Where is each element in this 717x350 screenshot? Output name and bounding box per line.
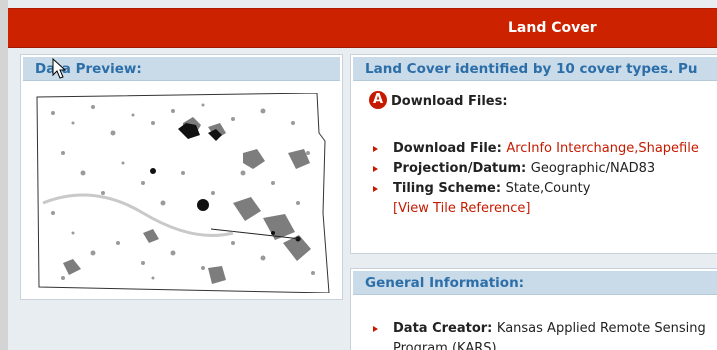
- bullet-arrow-icon: [373, 186, 378, 192]
- bullet-arrow-icon: [373, 146, 378, 152]
- download-details-list: Download File: ArcInfo Interchange,Shape…: [373, 139, 699, 219]
- title-bar: Land Cover: [8, 8, 717, 48]
- data-creator-label: Data Creator:: [393, 321, 497, 336]
- list-item: Download File: ArcInfo Interchange,Shape…: [373, 139, 699, 159]
- bullet-arrow-icon: [373, 166, 378, 172]
- bullet-arrow-icon: [373, 326, 378, 332]
- tiling-label: Tiling Scheme:: [393, 181, 506, 196]
- tiling-value: State,County: [505, 181, 591, 196]
- page-content: Land Cover Data Preview: Land Cover iden…: [8, 0, 717, 350]
- view-tile-reference-link[interactable]: [View Tile Reference]: [393, 201, 530, 216]
- general-details-list: Data Creator: Kansas Applied Remote Sens…: [373, 319, 717, 350]
- download-file-label: Download File:: [393, 141, 507, 156]
- download-files-header: Land Cover identified by 10 cover types.…: [353, 57, 717, 81]
- download-file-link[interactable]: ArcInfo Interchange,Shapefile: [506, 141, 699, 156]
- download-files-panel: Land Cover identified by 10 cover types.…: [350, 54, 717, 254]
- projection-value: Geographic/NAD83: [530, 161, 656, 176]
- list-item: Data Creator: Kansas Applied Remote Sens…: [373, 319, 717, 350]
- data-preview-header: Data Preview:: [23, 57, 340, 81]
- land-cover-preview-map[interactable]: [33, 93, 333, 293]
- data-preview-panel: Data Preview:: [20, 54, 343, 300]
- mouse-cursor-icon: [52, 58, 67, 79]
- badge-a-icon: A: [369, 91, 387, 109]
- general-information-panel: General Information: Data Creator: Kansa…: [350, 268, 717, 350]
- download-files-heading: Download Files:: [391, 94, 508, 109]
- list-item: Projection/Datum: Geographic/NAD83: [373, 159, 699, 179]
- general-information-header: General Information:: [353, 271, 717, 295]
- list-item: Tiling Scheme: State,County [View Tile R…: [373, 179, 699, 219]
- window-left-edge: [0, 0, 8, 350]
- projection-label: Projection/Datum:: [393, 161, 531, 176]
- page-title: Land Cover: [508, 20, 597, 36]
